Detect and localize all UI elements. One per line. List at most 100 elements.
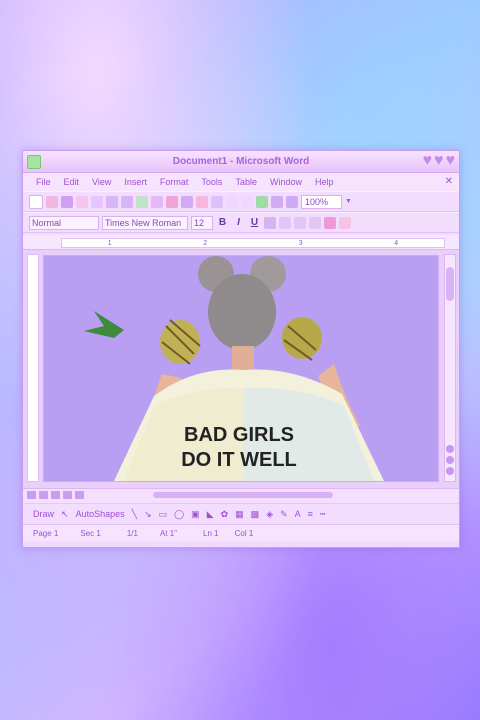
menu-view[interactable]: View — [92, 177, 111, 187]
status-pages: 1/1 — [126, 528, 138, 538]
italic-button[interactable]: I — [232, 217, 245, 228]
format-painter-icon[interactable] — [211, 195, 223, 208]
align-right-icon[interactable] — [294, 216, 306, 229]
font-color-icon[interactable] — [339, 216, 351, 229]
wordart-icon[interactable]: ◣ — [207, 509, 214, 520]
open-folder-icon[interactable] — [46, 195, 58, 208]
ruler-mark-4: 4 — [394, 239, 399, 247]
menu-window[interactable]: Window — [270, 177, 302, 187]
vertical-scrollbar[interactable] — [444, 254, 456, 482]
horizontal-scroll-thumb[interactable] — [153, 492, 333, 498]
word-window: Document1 - Microsoft Word ♥ ♥ ♥ File Ed… — [22, 150, 460, 548]
print-layout-icon[interactable] — [51, 491, 60, 499]
previous-page-icon[interactable] — [446, 445, 454, 453]
menu-format[interactable]: Format — [160, 177, 189, 187]
shirt-text-line2: DO IT WELL — [181, 449, 297, 471]
status-page: Page 1 — [33, 528, 59, 538]
standard-toolbar: 100% ▼ — [23, 191, 459, 212]
maximize-heart-icon[interactable]: ♥ — [434, 153, 444, 169]
undo-icon[interactable] — [226, 195, 238, 208]
web-layout-icon[interactable] — [39, 491, 48, 499]
style-select[interactable]: Normal — [29, 215, 99, 230]
pineapple-right-icon — [282, 317, 322, 361]
horizontal-ruler: 1 2 3 4 — [23, 235, 459, 250]
vertical-ruler — [27, 254, 39, 482]
line-icon[interactable]: ╲ — [132, 509, 137, 520]
font-select[interactable]: Times New Roman — [102, 215, 188, 230]
spelling-icon[interactable] — [136, 195, 148, 208]
shirt-text-line1: BAD GIRLS — [184, 424, 294, 446]
next-page-icon[interactable] — [446, 467, 454, 475]
rectangle-icon[interactable]: ▭ — [159, 509, 168, 520]
close-document-icon[interactable]: ✕ — [445, 176, 453, 187]
textbox-icon[interactable]: ▣ — [191, 509, 200, 520]
zoom-select[interactable]: 100% — [301, 194, 342, 209]
line-style-icon[interactable]: ≡ — [308, 509, 313, 519]
menu-bar: File Edit View Insert Format Tools Table… — [23, 173, 459, 191]
window-controls: ♥ ♥ ♥ — [423, 153, 456, 169]
print-preview-icon[interactable] — [121, 195, 133, 208]
copy-icon[interactable] — [181, 195, 193, 208]
menu-insert[interactable]: Insert — [124, 177, 147, 187]
select-browse-object-icon[interactable] — [446, 456, 454, 464]
tables-icon[interactable] — [271, 195, 283, 208]
status-bar: Page 1 Sec 1 1/1 At 1" Ln 1 Col 1 — [23, 524, 459, 541]
highlight-icon[interactable] — [324, 216, 336, 229]
title-bar[interactable]: Document1 - Microsoft Word ♥ ♥ ♥ — [23, 151, 459, 173]
window-title: Document1 - Microsoft Word — [172, 156, 310, 167]
bold-button[interactable]: B — [216, 217, 229, 228]
vertical-scroll-thumb[interactable] — [446, 267, 454, 301]
paste-icon[interactable] — [196, 195, 208, 208]
menu-table[interactable]: Table — [235, 177, 257, 187]
pineapple-left-icon — [84, 311, 201, 365]
minimize-heart-icon[interactable]: ♥ — [423, 153, 433, 169]
status-section: Sec 1 — [80, 528, 101, 538]
email-icon[interactable] — [91, 195, 103, 208]
show-hide-icon[interactable] — [286, 195, 298, 208]
status-line: Ln 1 — [203, 528, 219, 538]
autoshapes-menu-button[interactable]: AutoShapes — [76, 509, 125, 519]
align-left-icon[interactable] — [264, 216, 276, 229]
font-size-select[interactable]: 12 — [191, 215, 213, 230]
close-heart-icon[interactable]: ♥ — [446, 153, 456, 169]
document-page[interactable]: BAD GIRLS DO IT WELL — [43, 255, 439, 482]
normal-view-icon[interactable] — [27, 491, 36, 499]
underline-button[interactable]: U — [248, 217, 261, 228]
picture-icon[interactable]: ▩ — [251, 509, 260, 520]
justify-icon[interactable] — [309, 216, 321, 229]
ruler-mark-2: 2 — [203, 239, 208, 247]
fill-color-icon[interactable]: ◈ — [266, 509, 273, 520]
new-document-icon[interactable] — [29, 194, 43, 209]
reading-layout-icon[interactable] — [75, 491, 84, 499]
line-color-icon[interactable]: ✎ — [280, 509, 288, 520]
horizontal-scrollbar[interactable] — [23, 488, 459, 503]
research-icon[interactable] — [151, 195, 163, 208]
clipart-icon[interactable]: ▦ — [235, 509, 244, 520]
permission-icon[interactable] — [76, 195, 88, 208]
status-at: At 1" — [159, 528, 178, 538]
menu-edit[interactable]: Edit — [64, 177, 80, 187]
hyperlink-icon[interactable] — [256, 195, 268, 208]
oval-icon[interactable]: ◯ — [174, 509, 184, 520]
cut-icon[interactable] — [166, 195, 178, 208]
menu-help[interactable]: Help — [315, 177, 334, 187]
redo-icon[interactable] — [241, 195, 253, 208]
drawing-toolbar: Draw ↖ AutoShapes ╲ ↘ ▭ ◯ ▣ ◣ ✿ ▦ ▩ ◈ ✎ … — [23, 503, 459, 524]
menu-file[interactable]: File — [36, 177, 51, 187]
diagram-icon[interactable]: ✿ — [221, 509, 229, 520]
save-icon[interactable] — [61, 195, 73, 208]
print-icon[interactable] — [106, 195, 118, 208]
font-color-draw-icon[interactable]: A — [295, 509, 301, 519]
zoom-dropdown-icon[interactable]: ▼ — [345, 198, 352, 205]
align-center-icon[interactable] — [279, 216, 291, 229]
dash-style-icon[interactable]: ┅ — [320, 509, 325, 520]
select-objects-icon[interactable]: ↖ — [61, 509, 69, 520]
formatting-toolbar: Normal Times New Roman 12 B I U — [23, 212, 459, 233]
inserted-photo: BAD GIRLS DO IT WELL — [84, 256, 384, 481]
outline-view-icon[interactable] — [63, 491, 72, 499]
status-column: Col 1 — [234, 528, 254, 538]
draw-menu-button[interactable]: Draw — [33, 509, 54, 519]
arrow-icon[interactable]: ↘ — [144, 509, 152, 520]
menu-tools[interactable]: Tools — [201, 177, 222, 187]
ruler-mark-1: 1 — [107, 239, 112, 247]
